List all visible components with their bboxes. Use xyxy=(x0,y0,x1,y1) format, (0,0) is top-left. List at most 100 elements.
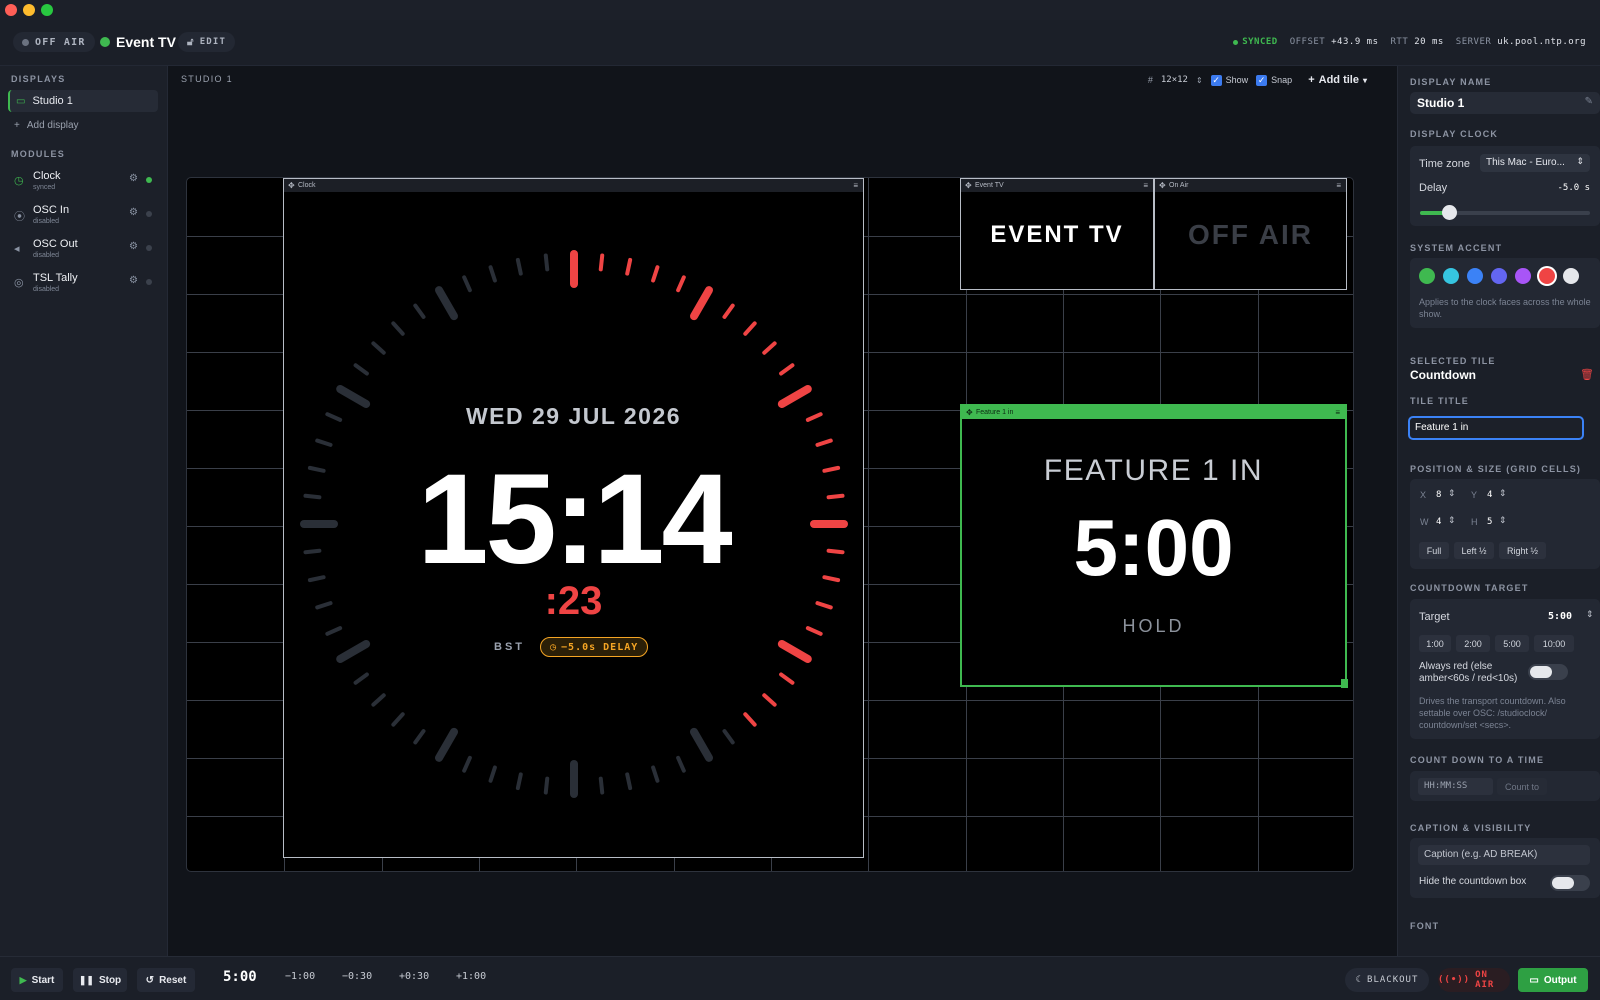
reset-icon: ↺ xyxy=(145,974,155,986)
gear-icon[interactable]: ⚙ xyxy=(129,241,138,252)
accent-card: Applies to the clock faces across the wh… xyxy=(1410,258,1600,328)
nudge-minus-1m-button[interactable]: −1:00 xyxy=(285,971,315,982)
preset-2-button[interactable]: 2:00 xyxy=(1456,635,1490,652)
count-to-button[interactable]: Count to xyxy=(1497,778,1547,795)
module-name: TSL Tally xyxy=(33,272,78,284)
trash-icon[interactable]: 🗑︎ xyxy=(1580,368,1594,381)
broadcast-icon: ((•)) xyxy=(1438,975,1471,985)
start-button[interactable]: ▶ Start xyxy=(11,968,63,992)
caption-card: Caption (e.g. AD BREAK) Hide the countdo… xyxy=(1410,838,1600,898)
display-item-studio-1[interactable]: ▭ Studio 1 xyxy=(8,90,158,112)
module-name: OSC In xyxy=(33,204,70,216)
accent-swatches xyxy=(1419,268,1579,284)
module-name: OSC Out xyxy=(33,238,78,250)
w-stepper[interactable]: ⇕ xyxy=(1448,515,1456,526)
show-grid-checkbox[interactable]: ✓ Show xyxy=(1210,74,1248,86)
countdown-tile[interactable]: ✥ Feature 1 in ≡ FEATURE 1 IN 5:00 HOLD xyxy=(960,404,1348,688)
grid-size[interactable]: 12×12 xyxy=(1161,75,1188,85)
tile-title-header: TILE TITLE xyxy=(1410,396,1469,406)
accent-swatch[interactable] xyxy=(1443,268,1459,284)
preset-1-button[interactable]: 1:00 xyxy=(1419,635,1451,652)
tile-title-input[interactable]: Feature 1 in xyxy=(1408,416,1584,440)
pause-icon: ❚❚ xyxy=(78,974,94,985)
tile-header[interactable]: ✥ Feature 1 in ≡ xyxy=(962,406,1345,419)
count-to-input[interactable]: HH:MM:SS xyxy=(1418,778,1493,795)
accent-swatch[interactable] xyxy=(1563,268,1579,284)
preset-5-button[interactable]: 5:00 xyxy=(1495,635,1529,652)
hide-box-toggle[interactable] xyxy=(1550,875,1590,891)
minimize-window-button[interactable] xyxy=(23,4,35,16)
h-stepper[interactable]: ⇕ xyxy=(1499,515,1507,526)
pos-w-field[interactable]: 4 xyxy=(1436,517,1441,527)
gear-icon[interactable]: ⚙ xyxy=(129,207,138,218)
always-red-toggle[interactable] xyxy=(1528,664,1568,680)
countdown-heading: FEATURE 1 IN xyxy=(1043,454,1264,487)
stop-button[interactable]: ❚❚ Stop xyxy=(73,968,127,992)
slider-knob[interactable] xyxy=(1442,205,1457,220)
move-icon: ✥ xyxy=(966,408,973,417)
accent-swatch[interactable] xyxy=(1491,268,1507,284)
onair-button[interactable]: ((•)) ON AIR xyxy=(1438,968,1510,992)
close-window-button[interactable] xyxy=(5,4,17,16)
onair-status-pill[interactable]: OFF AIR xyxy=(13,32,95,52)
edit-button[interactable]: 🔓︎ EDIT xyxy=(178,32,236,52)
second-tick xyxy=(651,765,660,783)
reset-button[interactable]: ↺ Reset xyxy=(137,968,195,992)
resize-handle[interactable] xyxy=(1341,679,1348,688)
second-tick xyxy=(651,265,660,283)
module-status-dot xyxy=(146,211,152,217)
delay-value: -5.0 s xyxy=(1557,183,1590,193)
pos-x-field[interactable]: 8 xyxy=(1436,490,1441,500)
module-tsl-tally[interactable]: ◎ TSL Tally disabled ⚙ xyxy=(8,270,158,300)
second-tick xyxy=(690,286,713,321)
display-clock-header: DISPLAY CLOCK xyxy=(1410,129,1499,139)
second-tick xyxy=(743,321,757,336)
target-value[interactable]: 5:00 xyxy=(1548,611,1572,622)
accent-swatch[interactable] xyxy=(1539,268,1555,284)
full-button[interactable]: Full xyxy=(1419,542,1449,559)
selected-tile-header: SELECTED TILE xyxy=(1410,356,1496,366)
event-tile[interactable]: ✥ Event TV ≡ EVENT TV xyxy=(960,178,1154,290)
second-tick xyxy=(779,363,795,376)
gear-icon[interactable]: ⚙ xyxy=(129,275,138,286)
count-to-card: HH:MM:SS Count to xyxy=(1410,771,1600,801)
nudge-minus-30s-button[interactable]: −0:30 xyxy=(342,971,372,982)
module-clock[interactable]: ◷ Clock synced ⚙ xyxy=(8,168,158,198)
maximize-window-button[interactable] xyxy=(41,4,53,16)
accent-swatch[interactable] xyxy=(1467,268,1483,284)
caption-input[interactable]: Caption (e.g. AD BREAK) xyxy=(1418,845,1590,865)
module-osc-out[interactable]: ◂ OSC Out disabled ⚙ xyxy=(8,236,158,266)
accent-swatch[interactable] xyxy=(1419,268,1435,284)
nudge-plus-30s-button[interactable]: +0:30 xyxy=(399,971,429,982)
accent-swatch[interactable] xyxy=(1515,268,1531,284)
output-button[interactable]: ▭ Output xyxy=(1518,968,1588,992)
target-stepper[interactable]: ⇕ xyxy=(1586,609,1594,620)
blackout-button[interactable]: ☾ BLACKOUT xyxy=(1345,968,1429,992)
grid-line-vertical xyxy=(868,178,869,871)
tile-header[interactable]: ✥ Event TV ≡ xyxy=(961,179,1153,192)
display-name-field[interactable]: Studio 1 ✎ xyxy=(1410,92,1600,114)
second-tick xyxy=(762,693,777,707)
grid-stepper[interactable]: ⇕ xyxy=(1196,76,1203,85)
pos-h-field[interactable]: 5 xyxy=(1487,517,1492,527)
preset-10-button[interactable]: 10:00 xyxy=(1534,635,1574,652)
timezone-select[interactable]: This Mac - Euro... ⇕ xyxy=(1480,154,1590,172)
gear-icon[interactable]: ⚙ xyxy=(129,173,138,184)
nudge-plus-1m-button[interactable]: +1:00 xyxy=(456,971,486,982)
y-stepper[interactable]: ⇕ xyxy=(1499,488,1507,499)
left-half-button[interactable]: Left ½ xyxy=(1454,542,1494,559)
tile-header[interactable]: ✥ On Air ≡ xyxy=(1155,179,1346,192)
pos-y-field[interactable]: 4 xyxy=(1487,490,1492,500)
add-tile-button[interactable]: + Add tile ▾ xyxy=(1308,74,1367,86)
add-display-button[interactable]: + Add display xyxy=(8,114,158,136)
x-stepper[interactable]: ⇕ xyxy=(1448,488,1456,499)
module-osc-in[interactable]: ⦿ OSC In disabled ⚙ xyxy=(8,202,158,232)
clock-timezone: BST xyxy=(494,641,525,653)
target-icon: ◎ xyxy=(14,277,24,289)
snap-checkbox[interactable]: ✓ Snap xyxy=(1256,74,1292,86)
right-half-button[interactable]: Right ½ xyxy=(1499,542,1546,559)
onair-tile[interactable]: ✥ On Air ≡ OFF AIR xyxy=(1154,178,1347,290)
delay-slider[interactable] xyxy=(1420,205,1590,220)
clock-tile[interactable]: ✥ Clock ≡ WED 29 JUL 2026 15:14 :23 BST ◷ −… xyxy=(283,178,864,858)
onair-status-text: OFF AIR xyxy=(35,36,86,48)
